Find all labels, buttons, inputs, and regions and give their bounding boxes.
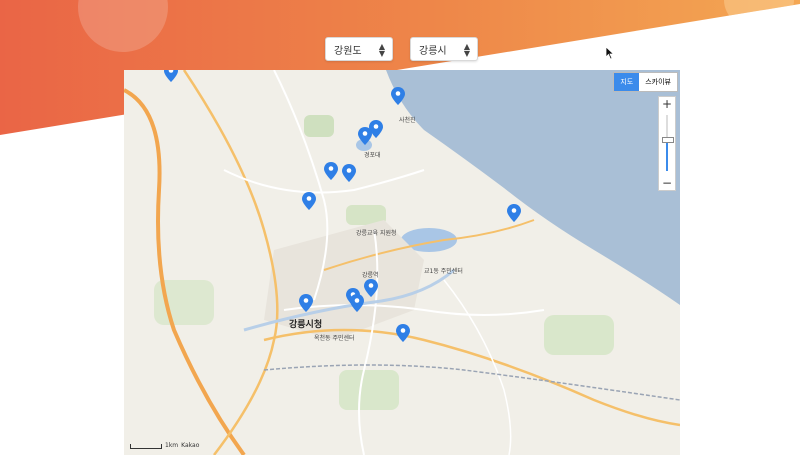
map-marker-icon[interactable] [364, 279, 378, 297]
province-select-value: 강원도 [334, 45, 362, 57]
map-label: 옥천동 주민센터 [314, 335, 355, 342]
scale-bar [130, 444, 162, 449]
city-select-value: 강릉시 [419, 45, 447, 57]
map-tiles [124, 70, 680, 455]
mouse-cursor-icon [605, 46, 615, 60]
map-label: 강릉역 [362, 272, 379, 279]
zoom-out-button[interactable]: − [659, 176, 675, 190]
select-caret-icon: ▲ ▼ [378, 42, 385, 58]
zoom-in-button[interactable]: + [659, 97, 675, 111]
map-marker-icon[interactable] [342, 164, 356, 182]
map-label: 강릉시청 [289, 320, 323, 330]
map-view[interactable]: 강릉시청 강릉역 교1동 주민센터 옥천동 주민센터 강릉교육 지원청 경포대 … [124, 70, 680, 455]
zoom-control: + − [658, 96, 676, 191]
province-select[interactable]: 강원도 ▲ ▼ [325, 37, 393, 61]
map-label: 사천진 [399, 117, 416, 124]
scale-label: 1km [165, 442, 179, 449]
map-label: 교1동 주민센터 [424, 268, 463, 275]
city-select[interactable]: 강릉시 ▲ ▼ [410, 37, 478, 61]
map-label: 경포대 [364, 152, 381, 159]
map-type-roadmap-button[interactable]: 지도 [614, 73, 640, 91]
map-marker-icon[interactable] [324, 162, 338, 180]
map-label: 강릉교육 지원청 [356, 230, 397, 237]
map-type-skyview-button[interactable]: 스카이뷰 [639, 73, 677, 91]
map-marker-icon[interactable] [299, 294, 313, 312]
map-marker-icon[interactable] [507, 204, 521, 222]
map-marker-icon[interactable] [164, 70, 178, 82]
select-caret-icon: ▲ ▼ [463, 42, 470, 58]
map-logo: Kakao [181, 442, 200, 449]
decorative-circle [78, 0, 168, 52]
map-scale: 1km Kakao [130, 442, 199, 449]
map-marker-icon[interactable] [396, 324, 410, 342]
map-type-toggle: 지도 스카이뷰 [613, 72, 678, 92]
zoom-level-fill [666, 141, 668, 171]
decorative-circle [724, 0, 794, 30]
zoom-slider-handle[interactable] [662, 137, 674, 143]
map-marker-icon[interactable] [350, 294, 364, 312]
map-marker-icon[interactable] [391, 87, 405, 105]
map-marker-icon[interactable] [302, 192, 316, 210]
map-marker-icon[interactable] [358, 127, 372, 145]
